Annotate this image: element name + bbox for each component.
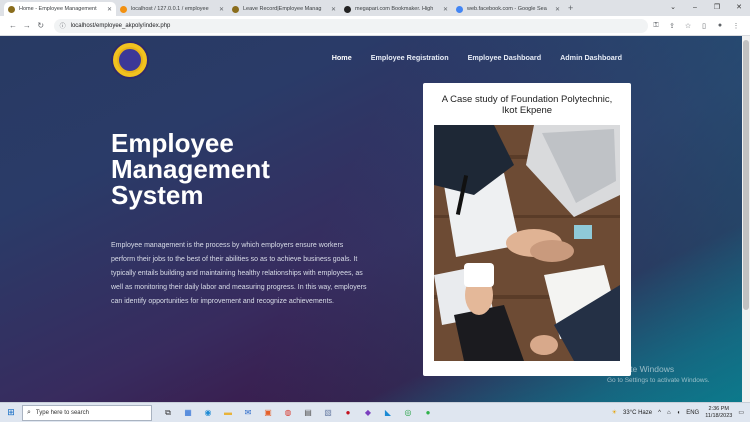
share-icon[interactable]: ⇪ [664,22,680,30]
nav-home[interactable]: Home [332,53,352,62]
profile-icon[interactable]: ● [712,22,728,30]
url-text: localhost/employee_akpoly/index.php [70,22,171,29]
close-icon[interactable]: ✕ [443,6,448,13]
browser-tab[interactable]: Leave Record|Employee Manag ✕ [228,2,340,16]
app-icon[interactable]: ● [420,405,436,421]
close-window-icon[interactable]: ✕ [728,0,750,16]
clock-date: 11/18/2023 [705,412,733,419]
watermark-subtitle: Go to Settings to activate Windows. [607,377,710,384]
tab-label: web.facebook.com - Google Sea [467,6,547,12]
hero-title: Employee Management System [111,130,371,208]
weather-icon[interactable]: ☀ [612,409,617,416]
close-icon[interactable]: ✕ [555,6,560,13]
mail-icon[interactable]: ✉ [240,405,256,421]
url-input[interactable]: ⓘ localhost/employee_akpoly/index.php [53,18,649,33]
browser-tab[interactable]: Home - Employee Management ✕ [4,2,116,16]
chevron-down-icon[interactable]: ⌄ [662,0,684,16]
browser-tab[interactable]: localhost / 127.0.0.1 / employee ✕ [116,2,228,16]
card-title: A Case study of Foundation Polytechnic, … [441,94,613,116]
handshake-image [434,125,620,361]
close-icon[interactable]: ✕ [331,6,336,13]
hero-title-line: System [111,180,204,210]
case-study-card: A Case study of Foundation Polytechnic, … [423,83,631,376]
info-icon[interactable]: ⓘ [60,21,66,30]
task-view-icon[interactable]: ⧉ [160,405,176,421]
taskbar-apps: ⧉ ▦ ◉ ▬ ✉ ▣ ◍ ▤ ▧ ● ◆ ◣ ◎ ● [160,405,440,421]
tab-label: megapari.com Bookmaker. High [355,6,434,12]
address-bar-row: ← → ↻ ⓘ localhost/employee_akpoly/index.… [0,16,750,36]
hero-title-line: Management [111,154,270,184]
scrollbar-thumb[interactable] [743,40,749,310]
reload-icon[interactable]: ↻ [34,21,48,30]
browser-tab[interactable]: megapari.com Bookmaker. High ✕ [340,2,452,16]
restore-icon[interactable]: ❐ [706,0,728,16]
minimize-icon[interactable]: – [684,0,706,16]
tab-favicon-icon [8,5,15,13]
language-indicator[interactable]: ENG [686,410,699,416]
network-icon[interactable]: ⌂ [667,410,671,416]
clock-time: 2:36 PM [708,405,729,412]
new-tab-icon[interactable]: + [568,2,573,16]
hero-title-line: Employee [111,128,234,158]
page-scrollbar[interactable] [742,36,750,402]
hero-description: Employee management is the process by wh… [111,242,367,305]
forward-icon[interactable]: → [20,21,34,30]
logo-emblem-icon [117,47,143,73]
search-placeholder: Type here to search [35,409,89,416]
tray-chevron-icon[interactable]: ^ [658,410,661,416]
handshake-photo [434,125,620,361]
tab-favicon-icon [232,5,239,13]
nav-admin-dashboard[interactable]: Admin Dashboard [560,53,622,62]
tab-favicon-icon [344,5,351,13]
clock[interactable]: 2:36 PM 11/18/2023 [705,406,732,420]
page-content: Home Employee Registration Employee Dash… [0,36,742,402]
close-icon[interactable]: ✕ [219,6,224,13]
nav-employee-registration[interactable]: Employee Registration [371,53,449,62]
back-icon[interactable]: ← [6,21,20,30]
close-icon[interactable]: ✕ [107,6,112,13]
file-explorer-icon[interactable]: ▬ [220,405,236,421]
vscode-icon[interactable]: ◣ [380,405,396,421]
windows-start-icon[interactable]: ⊞ [0,407,22,418]
window-controls: ⌄ – ❐ ✕ [662,0,750,16]
main-nav: Home Employee Registration Employee Dash… [332,53,622,62]
record-icon[interactable]: ● [340,405,356,421]
watermark-title: Activate Windows [607,364,675,374]
chrome-icon[interactable]: ◍ [280,405,296,421]
weather-text[interactable]: 33°C Haze [623,410,652,416]
xampp-icon[interactable]: ▣ [260,405,276,421]
store-icon[interactable]: ▤ [300,405,316,421]
taskbar-search-input[interactable]: ⌕ Type here to search [22,404,152,421]
notification-icon[interactable]: ▭ [738,409,744,416]
search-icon: ⌕ [27,408,31,416]
activate-windows-watermark: Activate Windows Go to Settings to activ… [607,364,710,386]
more-icon[interactable]: ⋮ [728,22,744,30]
key-icon[interactable]: ⚿ [648,22,664,30]
tab-favicon-icon [456,5,463,13]
visual-studio-icon[interactable]: ◆ [360,405,376,421]
star-icon[interactable]: ☆ [680,22,696,30]
tab-label: Home - Employee Management [19,6,97,12]
tab-label: Leave Record|Employee Manag [243,6,322,12]
browser-toolbar-icons: ⚿ ⇪ ☆ ▯ ● ⋮ [648,22,744,30]
browser-tab-strip: Home - Employee Management ✕ localhost /… [0,0,750,16]
windows-taskbar: ⊞ ⌕ Type here to search ⧉ ▦ ◉ ▬ ✉ ▣ ◍ ▤ … [0,402,750,422]
system-tray: ☀ 33°C Haze ^ ⌂ ◖ ENG 2:36 PM 11/18/2023… [612,406,750,420]
whatsapp-icon[interactable]: ◎ [400,405,416,421]
browser-tab[interactable]: web.facebook.com - Google Sea ✕ [452,2,564,16]
photos-icon[interactable]: ▧ [320,405,336,421]
edge-icon[interactable]: ◉ [200,405,216,421]
widgets-icon[interactable]: ▦ [180,405,196,421]
nav-employee-dashboard[interactable]: Employee Dashboard [468,53,542,62]
tab-favicon-icon [120,5,127,13]
sidebar-icon[interactable]: ▯ [696,22,712,30]
school-logo[interactable] [111,41,149,79]
tab-label: localhost / 127.0.0.1 / employee [131,6,209,12]
volume-icon[interactable]: ◖ [677,410,681,416]
